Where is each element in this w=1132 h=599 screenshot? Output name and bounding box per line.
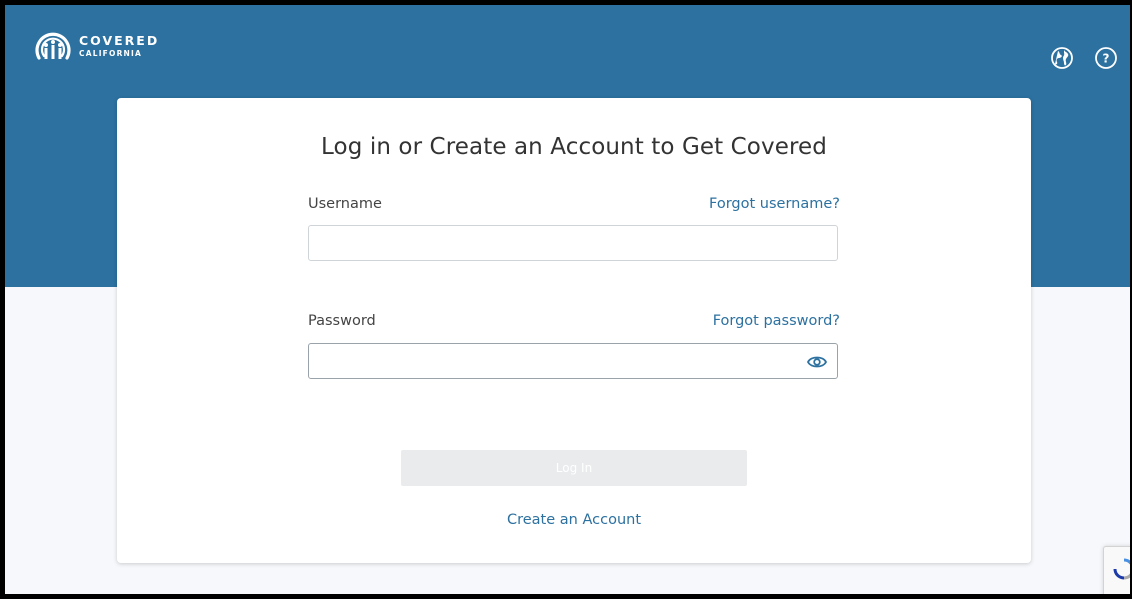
page-frame: COVERED CALIFORNIA ? Log in or Create an… <box>5 5 1130 594</box>
create-account-link[interactable]: Create an Account <box>117 512 1031 528</box>
logo-text: COVERED CALIFORNIA <box>79 33 160 58</box>
username-input[interactable] <box>309 226 809 260</box>
recaptcha-badge[interactable] <box>1103 546 1130 594</box>
forgot-username-link[interactable]: Forgot username? <box>709 196 840 212</box>
covered-california-logo[interactable]: COVERED CALIFORNIA <box>33 26 159 66</box>
svg-text:?: ? <box>1103 52 1110 66</box>
header-actions: ? <box>1050 46 1118 70</box>
password-input[interactable] <box>309 344 809 378</box>
logo-mark-icon <box>35 32 71 60</box>
logo-line-2: CALIFORNIA <box>79 48 143 58</box>
username-field[interactable] <box>308 225 838 261</box>
globe-icon[interactable] <box>1050 46 1074 70</box>
password-label: Password <box>308 313 376 329</box>
help-icon[interactable]: ? <box>1094 46 1118 70</box>
show-password-eye-icon[interactable] <box>807 353 827 371</box>
forgot-password-link[interactable]: Forgot password? <box>713 313 840 329</box>
recaptcha-icon <box>1113 558 1130 580</box>
login-button[interactable]: Log In <box>401 450 747 486</box>
page-title: Log in or Create an Account to Get Cover… <box>321 134 827 160</box>
logo-line-1: COVERED <box>79 33 160 48</box>
username-label: Username <box>308 196 382 212</box>
password-field[interactable] <box>308 343 838 379</box>
login-card: Log in or Create an Account to Get Cover… <box>117 98 1031 563</box>
